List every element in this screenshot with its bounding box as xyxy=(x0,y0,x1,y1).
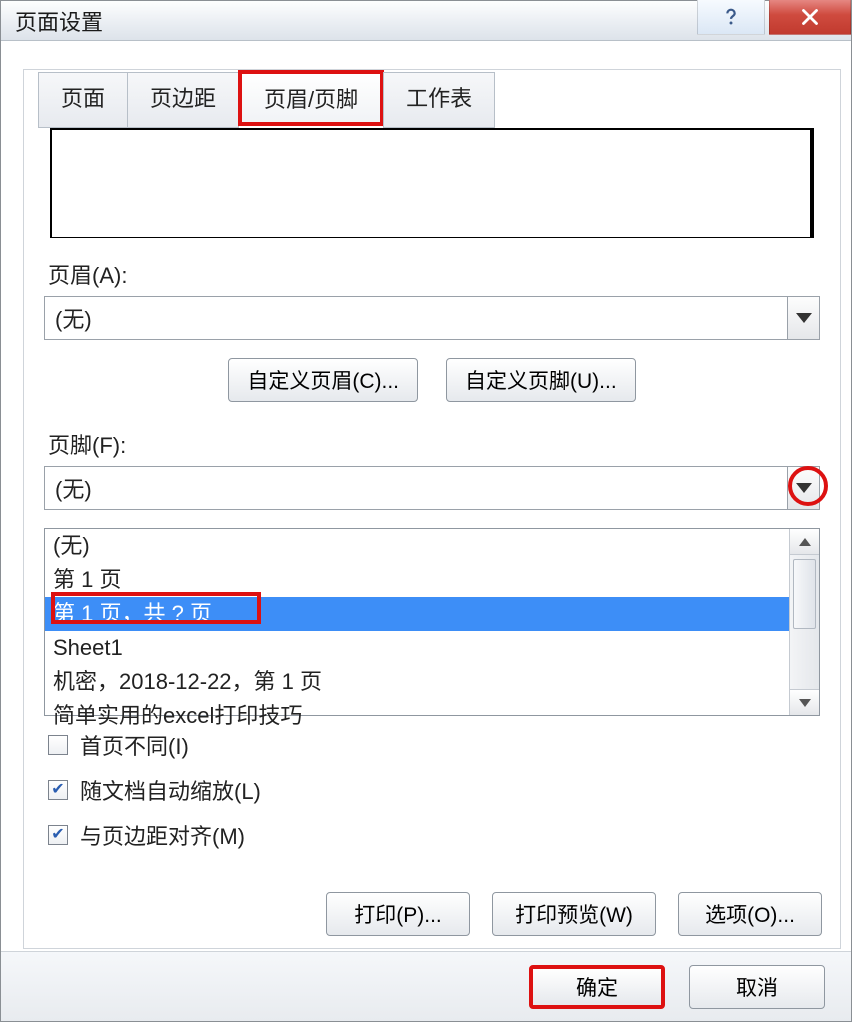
tab-strip: 页面 页边距 页眉/页脚 工作表 xyxy=(38,66,494,122)
checkbox-icon xyxy=(48,825,68,845)
header-label: 页眉(A): xyxy=(48,258,816,290)
scroll-up-button[interactable] xyxy=(790,529,819,555)
custom-header-button[interactable]: 自定义页眉(C)... xyxy=(228,358,418,402)
checkbox-label: 首页不同(I) xyxy=(80,729,189,761)
checkbox-icon xyxy=(48,780,68,800)
checkbox-icon xyxy=(48,735,68,755)
help-button[interactable] xyxy=(697,0,765,35)
checkbox-diff-first-page[interactable]: 首页不同(I) xyxy=(48,729,816,761)
ok-button[interactable]: 确定 xyxy=(529,965,665,1009)
footer-option-confidential[interactable]: 机密，2018-12-22，第 1 页 xyxy=(45,665,789,699)
checkbox-label: 随文档自动缩放(L) xyxy=(80,774,261,806)
footer-option-none[interactable]: (无) xyxy=(45,529,789,563)
page-setup-dialog: 页面设置 页面 页边距 页眉/页脚 工作表 页眉(A): (无) 自定义 xyxy=(0,0,852,1022)
checkbox-label: 与页边距对齐(M) xyxy=(80,819,245,851)
chevron-down-icon xyxy=(796,313,812,323)
title-bar: 页面设置 xyxy=(1,1,851,41)
footer-label: 页脚(F): xyxy=(48,428,816,460)
dialog-body: 页面 页边距 页眉/页脚 工作表 页眉(A): (无) 自定义页眉(C)... … xyxy=(23,69,841,949)
tab-content: 页眉(A): (无) 自定义页眉(C)... 自定义页脚(U)... 页脚(F)… xyxy=(24,118,840,948)
footer-combo[interactable]: (无) xyxy=(44,466,820,510)
cancel-button[interactable]: 取消 xyxy=(689,965,825,1009)
scroll-down-button[interactable] xyxy=(790,689,819,715)
footer-option-tips[interactable]: 简单实用的excel打印技巧 xyxy=(45,699,789,733)
header-combo[interactable]: (无) xyxy=(44,296,820,340)
footer-dropdown-list: (无) 第 1 页 第 1 页，共 ? 页 Sheet1 机密，2018-12-… xyxy=(44,528,820,716)
options-button[interactable]: 选项(O)... xyxy=(678,892,822,936)
header-combo-dropdown-button[interactable] xyxy=(787,297,819,339)
scroll-thumb[interactable] xyxy=(793,559,816,629)
chevron-up-icon xyxy=(799,538,811,546)
window-controls xyxy=(697,1,851,40)
print-preview-button[interactable]: 打印预览(W) xyxy=(492,892,656,936)
checkbox-scale-with-doc[interactable]: 随文档自动缩放(L) xyxy=(48,774,816,806)
header-combo-value: (无) xyxy=(45,297,787,339)
dialog-footer: 确定 取消 xyxy=(1,951,851,1021)
dialog-title: 页面设置 xyxy=(15,5,103,37)
footer-combo-value: (无) xyxy=(45,467,787,509)
action-buttons-row: 打印(P)... 打印预览(W) 选项(O)... xyxy=(326,892,822,936)
custom-buttons-row: 自定义页眉(C)... 自定义页脚(U)... xyxy=(44,358,820,402)
footer-option-page1-of-n[interactable]: 第 1 页，共 ? 页 xyxy=(45,597,789,631)
close-icon xyxy=(797,4,823,30)
print-button[interactable]: 打印(P)... xyxy=(326,892,470,936)
help-icon xyxy=(720,6,742,28)
header-preview xyxy=(50,128,814,238)
footer-option-page1[interactable]: 第 1 页 xyxy=(45,563,789,597)
chevron-down-icon xyxy=(796,483,812,493)
chevron-down-icon xyxy=(799,699,811,707)
footer-combo-dropdown-button[interactable] xyxy=(787,467,819,509)
close-button[interactable] xyxy=(769,0,851,35)
checkbox-align-margins[interactable]: 与页边距对齐(M) xyxy=(48,819,816,851)
footer-option-sheet[interactable]: Sheet1 xyxy=(45,631,789,665)
custom-footer-button[interactable]: 自定义页脚(U)... xyxy=(446,358,636,402)
dropdown-scrollbar[interactable] xyxy=(789,529,819,715)
